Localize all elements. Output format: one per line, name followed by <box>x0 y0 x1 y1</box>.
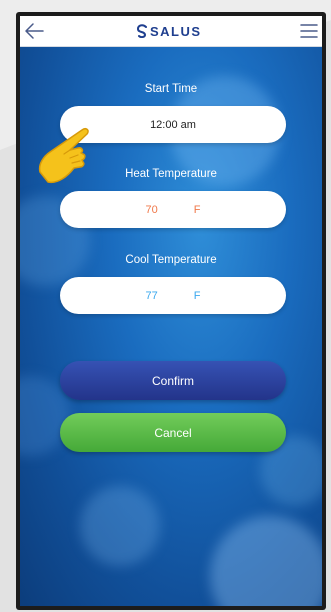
cancel-button[interactable]: Cancel <box>60 413 286 452</box>
app-screen: SALUS Start Time 12:00 am Heat Temperatu… <box>20 16 322 606</box>
cool-temperature-value: 77 <box>145 289 158 302</box>
arrow-left-icon[interactable] <box>24 22 44 40</box>
tap-hand-icon <box>38 128 89 184</box>
cool-temperature-field[interactable]: 77 F <box>60 277 286 314</box>
heat-temperature-value: 70 <box>145 203 158 216</box>
cool-temperature-unit: F <box>193 289 201 302</box>
app-header: SALUS <box>20 16 322 47</box>
bokeh-light <box>80 486 160 566</box>
start-time-value: 12:00 am <box>150 118 196 131</box>
cool-temperature-label: Cool Temperature <box>125 254 217 266</box>
heat-temperature-unit: F <box>193 203 201 216</box>
hamburger-menu-icon[interactable] <box>300 22 318 40</box>
start-time-label: Start Time <box>144 83 198 95</box>
salus-swirl-icon <box>136 24 147 38</box>
bokeh-light <box>210 516 322 606</box>
heat-temperature-field[interactable]: 70 F <box>60 191 286 228</box>
logo-text: SALUS <box>150 23 202 39</box>
salus-logo: SALUS <box>136 20 202 42</box>
confirm-button[interactable]: Confirm <box>60 361 286 400</box>
